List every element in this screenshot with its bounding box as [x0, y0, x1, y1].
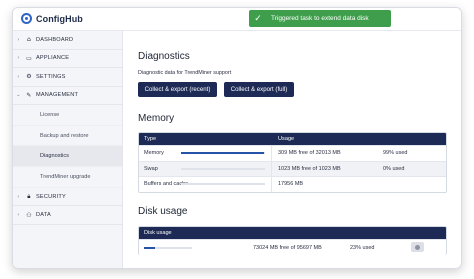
row-type: Memory — [144, 150, 164, 157]
diagnostics-description: Diagnostic data for TrendMiner support — [138, 70, 232, 76]
row-type: Buffers and cache — [144, 181, 189, 188]
gear-icon: ⚙ — [26, 73, 32, 81]
column-divider — [271, 161, 272, 176]
sidebar-item-security[interactable]: › 🔒︎ SECURITY — [13, 188, 122, 207]
monitor-icon: ▭ — [26, 54, 32, 62]
chevron-right-icon: › — [17, 55, 20, 62]
usage-bar-fill — [144, 246, 156, 249]
usage-bar — [181, 183, 265, 186]
column-header-disk-usage: Disk usage — [144, 230, 172, 236]
home-icon: ⌂ — [26, 36, 31, 44]
app-name: ConfigHub — [36, 13, 83, 24]
sidebar-item-backup-and-restore[interactable]: Backup and restore — [13, 125, 122, 147]
sidebar-item-label: APPLIANCE — [36, 55, 70, 62]
main-content: Diagnostics Diagnostic data for TrendMin… — [123, 31, 461, 268]
chevron-right-icon: › — [17, 73, 20, 80]
row-usage: 73024 MB free of 95697 MB — [253, 244, 322, 251]
column-header-type: Type — [144, 136, 157, 142]
sidebar-item-data[interactable]: › ⚇ DATA — [13, 206, 122, 225]
sidebar-item-label: DASHBOARD — [36, 36, 74, 43]
table-row-buffers-and-cache: Buffers and cache 17956 MB — [139, 176, 446, 192]
sidebar-item-management[interactable]: ⌄ ✎ MANAGEMENT — [13, 87, 122, 105]
app-window: ConfigHub › ⌂ DASHBOARD › ▭ APPLIANCE › … — [12, 7, 462, 269]
collect-export-recent-button[interactable]: Collect & export (recent) — [138, 82, 217, 97]
row-type: Swap — [144, 165, 158, 172]
chevron-right-icon: › — [17, 212, 20, 218]
row-usage: 17956 MB — [278, 181, 304, 188]
chevron-right-icon: › — [17, 193, 20, 200]
sidebar-item-appliance[interactable]: › ▭ APPLIANCE — [13, 50, 122, 68]
diagnostics-title: Diagnostics — [138, 51, 190, 62]
sidebar-item-diagnostics[interactable]: Diagnostics — [13, 146, 122, 168]
sidebar-item-label: MANAGEMENT — [36, 92, 79, 99]
app-logo[interactable]: ConfigHub — [21, 13, 83, 24]
usage-bar — [181, 152, 265, 155]
usage-bar — [144, 246, 192, 249]
extend-disk-icon — [415, 244, 420, 250]
sidebar: › ⌂ DASHBOARD › ▭ APPLIANCE › ⚙ SETTINGS… — [13, 31, 123, 268]
success-toast: ✓ Triggered task to extend data disk — [249, 10, 391, 27]
sidebar-item-label: SECURITY — [36, 193, 66, 200]
disk-usage-table-header: Disk usage — [139, 227, 446, 239]
sidebar-item-settings[interactable]: › ⚙ SETTINGS — [13, 68, 122, 87]
confighub-logo-icon — [21, 13, 32, 24]
row-percent: 23% used — [350, 244, 375, 251]
memory-table-header: Type Usage — [139, 133, 446, 145]
column-divider — [271, 177, 272, 192]
chevron-right-icon: › — [17, 36, 20, 43]
row-usage: 309 MB free of 32013 MB — [278, 150, 341, 157]
sidebar-item-label: SETTINGS — [36, 73, 66, 80]
table-row-memory: Memory 309 MB free of 32013 MB 99% used — [139, 145, 446, 161]
column-header-usage: Usage — [278, 136, 295, 142]
table-row-swap: Swap 1023 MB free of 1023 MB 0% used — [139, 160, 446, 176]
row-usage: 1023 MB free of 1023 MB — [278, 165, 341, 172]
top-bar: ConfigHub — [13, 8, 461, 31]
check-icon: ✓ — [254, 13, 262, 24]
sidebar-item-license[interactable]: License — [13, 105, 122, 126]
toast-message: Triggered task to extend data disk — [271, 15, 369, 22]
sidebar-item-label: DATA — [36, 212, 51, 218]
memory-table: Type Usage Memory 309 MB free of 32013 M… — [138, 132, 447, 193]
collect-export-full-button[interactable]: Collect & export (full) — [224, 82, 294, 97]
usage-bar — [181, 167, 265, 170]
sidebar-item-dashboard[interactable]: › ⌂ DASHBOARD — [13, 31, 122, 50]
disk-usage-table: Disk usage 73024 MB free of 95697 MB 23%… — [138, 226, 447, 255]
disk-usage-title: Disk usage — [138, 206, 188, 217]
column-divider — [271, 146, 272, 161]
usage-bar-fill — [181, 152, 265, 155]
sidebar-item-trendminer-upgrade[interactable]: TrendMiner upgrade — [13, 167, 122, 188]
network-icon: ⚇ — [26, 211, 32, 219]
chevron-down-icon: ⌄ — [16, 92, 21, 99]
memory-title: Memory — [138, 113, 175, 124]
extend-disk-button[interactable] — [411, 242, 424, 252]
lock-icon: 🔒︎ — [27, 192, 31, 200]
row-percent: 99% used — [383, 150, 408, 157]
wrench-icon: ✎ — [26, 91, 32, 99]
row-percent: 0% used — [383, 165, 405, 172]
table-row-disk: 73024 MB free of 95697 MB 23% used — [139, 239, 446, 255]
